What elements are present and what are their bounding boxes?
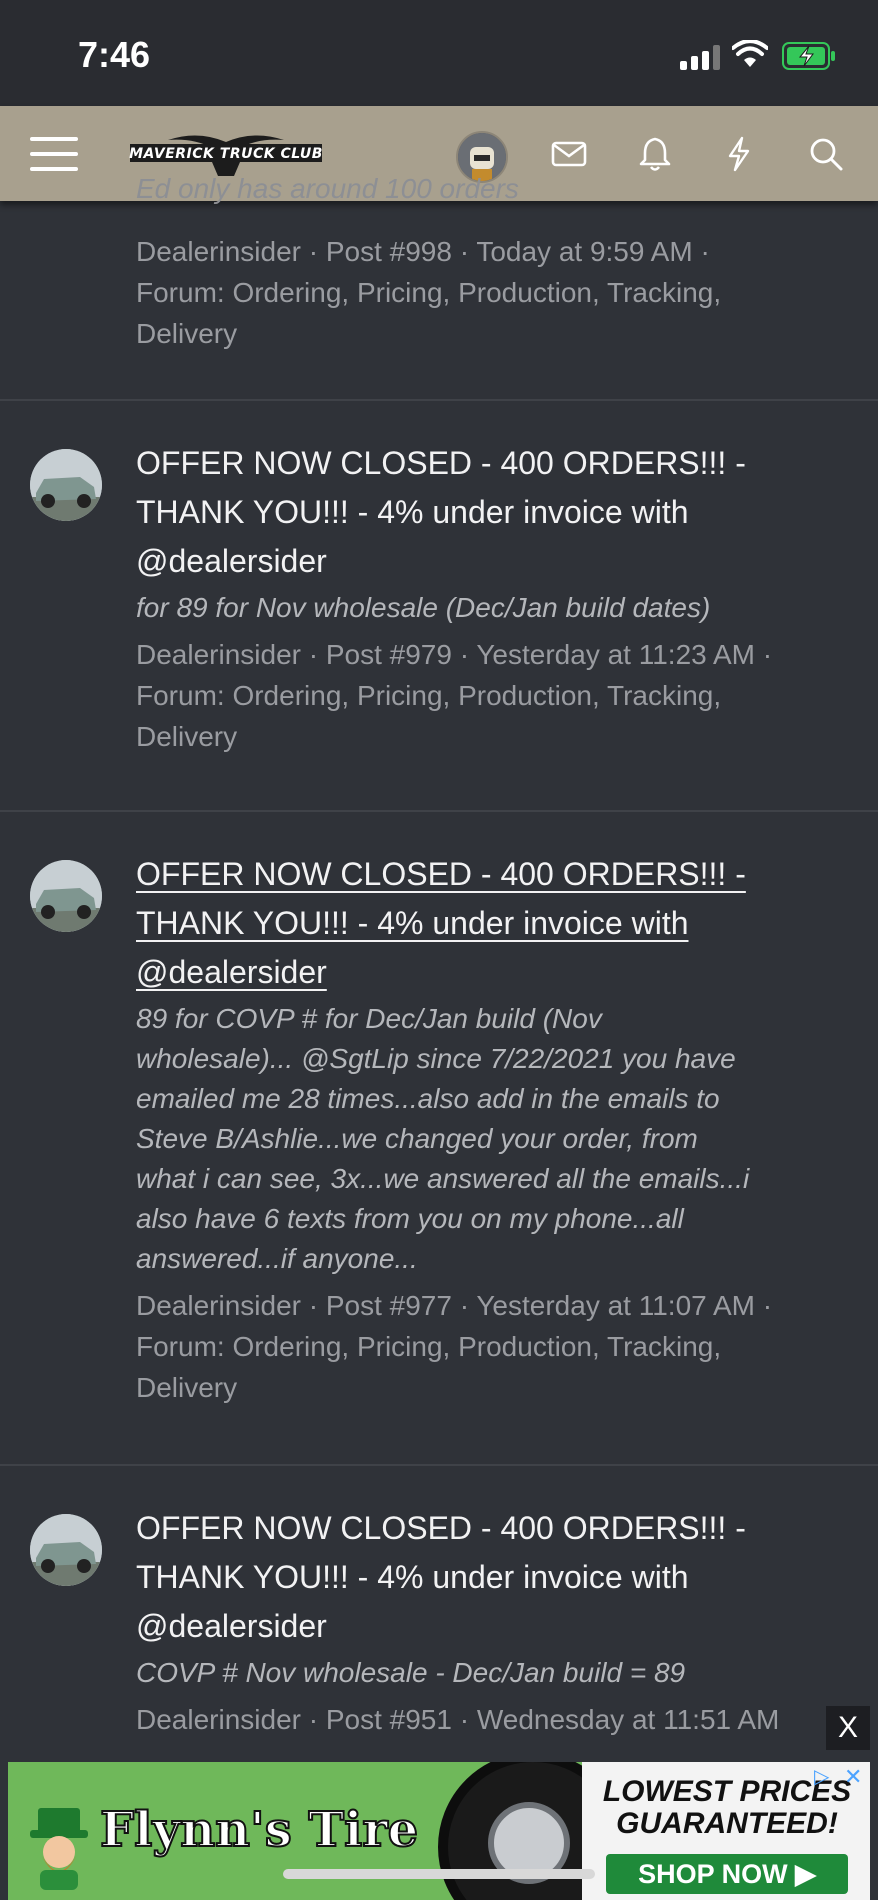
result-item[interactable]: OFFER NOW CLOSED - 400 ORDERS!!! - THANK… — [0, 812, 878, 1464]
result-item[interactable]: OFFER NOW CLOSED - 400 ORDERS!!! - THANK… — [0, 1466, 878, 1766]
ad-info-icon[interactable]: ▷ — [814, 1766, 836, 1788]
result-body: OFFER NOW CLOSED - 400 ORDERS!!! - THANK… — [136, 850, 836, 1408]
result-title-link[interactable]: OFFER NOW CLOSED - 400 ORDERS!!! - THANK… — [136, 1504, 836, 1651]
meta-line[interactable]: Dealerinsider · Post #979 · Yesterday at… — [136, 634, 836, 675]
forum-link-cont[interactable]: Delivery — [136, 1367, 836, 1408]
result-item[interactable]: OFFER NOW CLOSED - 400 ORDERS!!! - THANK… — [0, 401, 878, 811]
wifi-icon — [732, 40, 768, 67]
result-snippet: for 89 for Nov wholesale (Dec/Jan build … — [136, 592, 711, 623]
result-meta: Dealerinsider · Post #977 · Yesterday at… — [136, 1285, 836, 1408]
search-icon[interactable] — [805, 133, 847, 175]
author-avatar[interactable] — [30, 449, 102, 521]
meta-line[interactable]: Dealerinsider · Post #951 · Wednesday at… — [136, 1699, 836, 1740]
forum-link-cont[interactable]: Delivery — [136, 313, 856, 354]
result-body: OFFER NOW CLOSED - 400 ORDERS!!! - THANK… — [136, 439, 836, 757]
forum-link[interactable]: Forum: Ordering, Pricing, Production, Tr… — [136, 675, 836, 716]
meta-line: Dealerinsider · Post #998 · Today at 9:5… — [136, 236, 710, 267]
status-bar: 7:46 — [0, 0, 878, 106]
site-logo[interactable]: MAVERICK TRUCK CLUB — [128, 128, 324, 178]
result-title-link[interactable]: OFFER NOW CLOSED - 400 ORDERS!!! - THANK… — [136, 439, 836, 586]
result-meta: Dealerinsider · Post #951 · Wednesday at… — [136, 1699, 836, 1740]
result-body: OFFER NOW CLOSED - 400 ORDERS!!! - THANK… — [136, 1504, 836, 1740]
battery-charging-icon — [782, 42, 835, 70]
leprechaun-mascot-icon — [30, 1808, 88, 1890]
result-meta: Dealerinsider · Post #998 · Today at 9:5… — [136, 231, 856, 354]
shop-now-button[interactable]: SHOP NOW ▶ — [606, 1854, 848, 1894]
result-snippet: Ed only has around 100 orders — [136, 173, 519, 204]
lightning-icon[interactable] — [718, 133, 760, 175]
inbox-icon[interactable] — [548, 133, 590, 175]
author-avatar[interactable] — [30, 1514, 102, 1586]
status-time: 7:46 — [78, 34, 151, 75]
ad-close-button[interactable]: X — [826, 1706, 870, 1750]
result-title-link[interactable]: OFFER NOW CLOSED - 400 ORDERS!!! - THANK… — [136, 850, 836, 997]
home-indicator[interactable] — [283, 1869, 595, 1879]
cellular-signal-icon — [680, 44, 720, 70]
advertisement-banner[interactable]: Flynn's Tire LOWEST PRICES GUARANTEED! S… — [8, 1762, 870, 1900]
result-snippet: COVP # Nov wholesale - Dec/Jan build = 8… — [136, 1657, 686, 1688]
forum-link[interactable]: Forum: Ordering, Pricing, Production, Tr… — [136, 1326, 836, 1367]
result-fragment: Ed only has around 100 orders Dealerinsi… — [0, 173, 878, 401]
author-avatar[interactable] — [30, 860, 102, 932]
forum-link[interactable]: Forum: Ordering, Pricing, Production, Tr… — [136, 272, 856, 313]
ad-brand: Flynn's Tire — [99, 1801, 419, 1859]
forum-link-cont[interactable]: Delivery — [136, 716, 836, 757]
ad-dismiss-icon[interactable]: ✕ — [844, 1766, 866, 1788]
menu-icon[interactable] — [30, 135, 80, 173]
result-snippet: 89 for COVP # for Dec/Jan build (Nov who… — [136, 1003, 750, 1274]
bell-icon[interactable] — [634, 133, 676, 175]
meta-line[interactable]: Dealerinsider · Post #977 · Yesterday at… — [136, 1285, 836, 1326]
result-meta: Dealerinsider · Post #979 · Yesterday at… — [136, 634, 836, 757]
logo-text: MAVERICK TRUCK CLUB — [129, 146, 323, 162]
